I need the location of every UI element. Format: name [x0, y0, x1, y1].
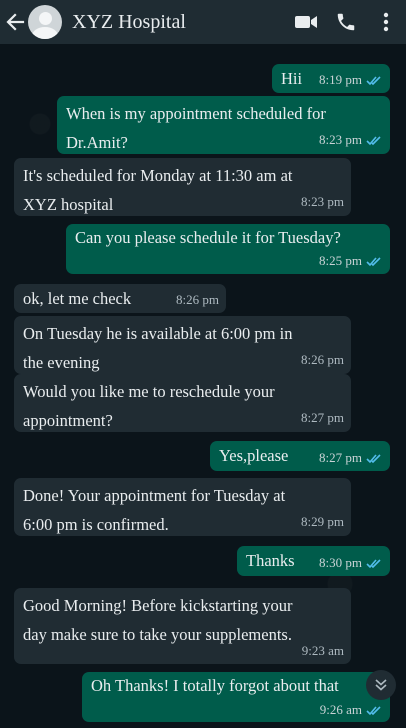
- chat-area[interactable]: Hii 8:19 pm When is my appointment sched…: [0, 44, 406, 728]
- message-text-line: day make sure to take your supplements.: [23, 625, 292, 644]
- message-bubble[interactable]: ok, let me check 8:26 pm: [14, 284, 226, 313]
- message-text-line: appointment?: [23, 411, 113, 430]
- message-text: Oh Thanks! I totally forgot about that: [91, 676, 339, 695]
- read-receipt-icon: [366, 453, 381, 463]
- message-text: Yes,please: [219, 446, 289, 465]
- message-text-line: Done! Your appointment for Tuesday at: [23, 486, 286, 505]
- message-text: Thanks: [246, 551, 295, 570]
- message-text-line: Good Morning! Before kickstarting your: [23, 596, 293, 615]
- voice-call-button[interactable]: [326, 0, 366, 44]
- message-text-line: It's scheduled for Monday at 11:30 am at: [23, 166, 293, 185]
- message-text-line: When is my appointment scheduled for: [66, 104, 326, 123]
- avatar[interactable]: [28, 5, 62, 39]
- phone-icon: [337, 13, 355, 31]
- message-time: 9:23 am: [301, 643, 344, 658]
- message-text: Hii: [281, 69, 303, 88]
- message-time: 8:23 pm: [301, 194, 344, 209]
- message-time: 8:23 pm: [319, 132, 362, 147]
- message-time: 8:26 pm: [301, 352, 344, 367]
- message-time: 8:26 pm: [176, 292, 219, 307]
- message-time: 8:29 pm: [301, 514, 344, 529]
- message-text-line: XYZ hospital: [23, 195, 114, 214]
- scroll-to-bottom-button[interactable]: [366, 670, 396, 700]
- message-text-line: 6:00 pm is confirmed.: [23, 515, 169, 534]
- read-receipt-icon: [366, 135, 381, 145]
- contact-name[interactable]: XYZ Hospital: [72, 11, 286, 34]
- message-text: ok, let me check: [23, 289, 132, 308]
- message-time: 8:19 pm: [319, 72, 362, 87]
- message-bubble[interactable]: Hii 8:19 pm: [272, 64, 390, 93]
- message-bubble[interactable]: Oh Thanks! I totally forgot about that 9…: [82, 672, 390, 722]
- message-bubble[interactable]: On Tuesday he is available at 6:00 pm in…: [14, 316, 351, 374]
- read-receipt-icon: [366, 256, 381, 266]
- message-time: 8:25 pm: [319, 253, 362, 268]
- message-bubble[interactable]: Thanks 8:30 pm: [237, 546, 390, 576]
- back-arrow-icon: [6, 13, 25, 31]
- more-options-button[interactable]: [366, 0, 406, 44]
- message-bubble[interactable]: It's scheduled for Monday at 11:30 am at…: [14, 158, 351, 216]
- message-time: 8:30 pm: [319, 555, 362, 570]
- message-time: 8:27 pm: [301, 410, 344, 425]
- message-time: 8:27 pm: [319, 450, 362, 465]
- video-call-button[interactable]: [286, 0, 326, 44]
- message-bubble[interactable]: Good Morning! Before kickstarting your d…: [14, 588, 351, 664]
- message-bubble[interactable]: Would you like me to reschedule your app…: [14, 374, 351, 432]
- message-time: 9:26 am: [319, 702, 362, 717]
- more-options-icon: [383, 12, 389, 32]
- message-bubble[interactable]: When is my appointment scheduled for Dr.…: [57, 96, 390, 154]
- message-bubble[interactable]: Done! Your appointment for Tuesday at 6:…: [14, 478, 351, 536]
- message-bubble[interactable]: Can you please schedule it for Tuesday? …: [66, 224, 390, 274]
- video-call-icon: [295, 16, 317, 28]
- read-receipt-icon: [366, 558, 381, 568]
- back-button[interactable]: [2, 0, 28, 44]
- message-bubble[interactable]: Yes,please 8:27 pm: [210, 441, 390, 471]
- read-receipt-icon: [366, 75, 381, 85]
- read-receipt-icon: [366, 705, 381, 715]
- message-text: Can you please schedule it for Tuesday?: [75, 228, 341, 247]
- message-text-line: the evening: [23, 353, 100, 372]
- message-text-line: Would you like me to reschedule your: [23, 382, 275, 401]
- chat-header: XYZ Hospital: [0, 0, 406, 44]
- chevron-double-down-icon: [375, 679, 387, 691]
- message-text-line: On Tuesday he is available at 6:00 pm in: [23, 324, 293, 343]
